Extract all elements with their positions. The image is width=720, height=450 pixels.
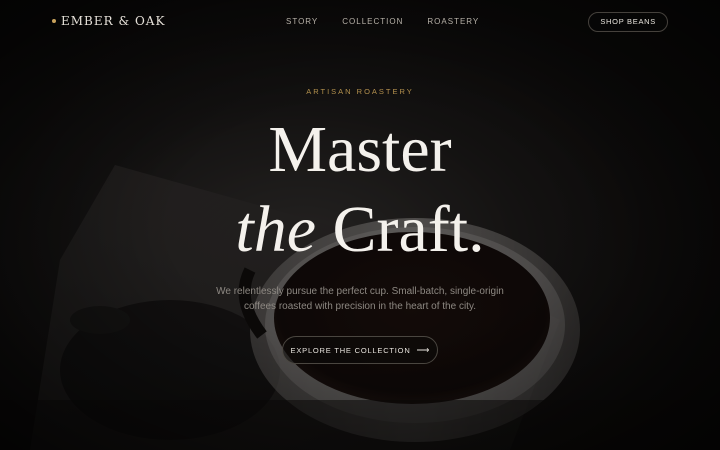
headline-line-2: the Craft. (0, 190, 720, 270)
explore-collection-button[interactable]: EXPLORE THE COLLECTION ⟶ (282, 336, 438, 364)
hero-eyebrow: ARTISAN ROASTERY (306, 87, 414, 96)
brand-dot-icon (52, 19, 56, 23)
subtitle-line-1: We relentlessly pursue the perfect cup. … (216, 286, 504, 297)
headline-line-1: Master (268, 113, 452, 186)
headline-line-2-rest: Craft. (316, 193, 485, 266)
brand-name: EMBER & OAK (61, 14, 166, 28)
nav-link-story[interactable]: STORY (286, 17, 318, 26)
nav-link-collection[interactable]: COLLECTION (342, 17, 403, 26)
arrow-right-icon: ⟶ (416, 344, 430, 355)
shop-beans-button[interactable]: SHOP BEANS (588, 12, 668, 32)
site-header: EMBER & OAK STORY COLLECTION ROASTERY SH… (0, 0, 720, 42)
main-nav: STORY COLLECTION ROASTERY (286, 17, 479, 26)
subtitle-line-2: coffees roasted with precision in the he… (244, 300, 476, 312)
hero-headline: Master the Craft. (0, 110, 720, 270)
headline-italic-word: the (235, 193, 317, 266)
hero-subtitle: We relentlessly pursue the perfect cup. … (180, 285, 540, 314)
nav-link-roastery[interactable]: ROASTERY (427, 17, 479, 26)
brand-logo[interactable]: EMBER & OAK (52, 14, 165, 28)
explore-collection-label: EXPLORE THE COLLECTION (290, 345, 411, 355)
